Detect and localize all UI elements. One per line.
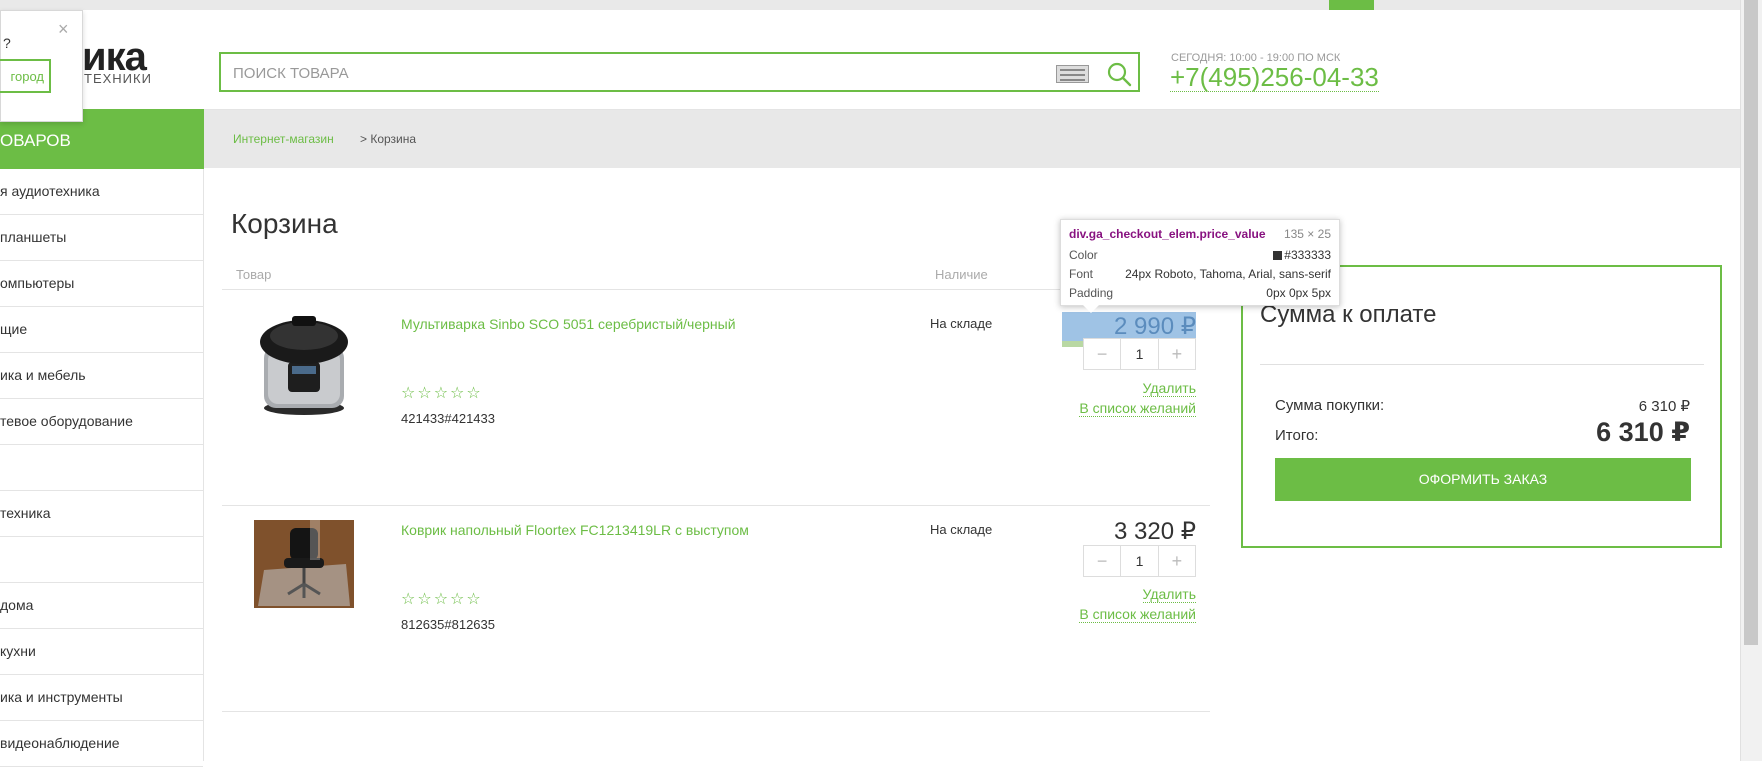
sidebar-item-blank-2[interactable]: [0, 537, 203, 583]
tooltip-font-label: Font: [1069, 267, 1094, 281]
column-header-product: Товар: [236, 267, 272, 282]
keyboard-icon[interactable]: [1056, 65, 1089, 83]
sidebar-item-home[interactable]: дома: [0, 583, 203, 629]
top-strip: [0, 0, 1740, 10]
total-label: Итого:: [1275, 427, 1319, 444]
sidebar-item-tools[interactable]: ика и инструменты: [0, 675, 203, 721]
product-image-floor-mat[interactable]: [254, 520, 354, 608]
sidebar-item-furniture[interactable]: ика и мебель: [0, 353, 203, 399]
product-name-link[interactable]: Коврик напольный Floortex FC1213419LR с …: [401, 522, 749, 538]
phone-link[interactable]: +7(495)256-04-33: [1170, 63, 1379, 92]
decrease-button[interactable]: −: [1084, 546, 1122, 576]
breadcrumb: Интернет-магазин > Корзина: [204, 110, 1740, 168]
subtotal-label: Сумма покупки:: [1275, 397, 1385, 414]
breadcrumb-current: > Корзина: [360, 132, 417, 146]
row-divider: [222, 505, 1210, 506]
product-sku: 812635#812635: [401, 617, 495, 632]
quantity-value[interactable]: 1: [1121, 339, 1159, 369]
sidebar-item-blank-1[interactable]: [0, 445, 203, 491]
product-name-link[interactable]: Мультиварка Sinbo SCO 5051 серебристый/ч…: [401, 316, 736, 332]
price-value: 3 320 ₽: [1114, 518, 1196, 545]
vertical-scrollbar[interactable]: [1740, 0, 1762, 761]
close-icon[interactable]: ×: [58, 19, 69, 40]
sidebar-item-cctv[interactable]: видеонаблюдение: [0, 721, 203, 767]
decrease-button[interactable]: −: [1084, 339, 1122, 369]
tooltip-color-label: Color: [1069, 248, 1098, 262]
sidebar-item-audio[interactable]: я аудиотехника: [0, 169, 203, 215]
wishlist-link[interactable]: В список желаний: [1079, 606, 1196, 623]
top-strip-accent: [1329, 0, 1374, 10]
city-question: ?: [3, 35, 11, 51]
total-value: 6 310 ₽: [1596, 417, 1690, 447]
page-title: Корзина: [231, 208, 338, 239]
wishlist-link[interactable]: В список желаний: [1079, 400, 1196, 417]
sidebar-item-appliances[interactable]: техника: [0, 491, 203, 537]
tooltip-font-value: 24px Roboto, Tahoma, Arial, sans-serif: [1125, 267, 1331, 281]
search-box: [219, 52, 1140, 92]
city-popup: ? × город: [0, 10, 83, 122]
scrollbar-thumb[interactable]: [1744, 0, 1758, 645]
rating-stars[interactable]: ☆☆☆☆☆: [401, 383, 483, 403]
tooltip-padding-row: Padding 0px 0px 5px: [1069, 286, 1331, 300]
color-swatch-icon: [1273, 251, 1283, 260]
order-summary: Сумма к оплате Сумма покупки: 6 310 ₽ Ит…: [1241, 265, 1722, 548]
remove-link[interactable]: Удалить: [1142, 586, 1196, 603]
catalog-sidebar: я аудиотехника планшеты омпьютеры щие ик…: [0, 169, 204, 767]
subtotal-value: 6 310 ₽: [1638, 398, 1690, 415]
sidebar-item-tablets[interactable]: планшеты: [0, 215, 203, 261]
search-icon[interactable]: [1106, 61, 1132, 87]
logo-subtitle: ТЕХНИКИ: [84, 71, 152, 86]
product-image-multicooker[interactable]: [258, 310, 350, 418]
price-value: 2 990 ₽: [1062, 312, 1196, 347]
search-input[interactable]: [233, 62, 1033, 84]
increase-button[interactable]: +: [1159, 546, 1195, 576]
sidebar-item-kitchen[interactable]: кухни: [0, 629, 203, 675]
tooltip-padding-label: Padding: [1069, 286, 1114, 300]
tooltip-selector: div.ga_checkout_elem.price_value: [1069, 227, 1266, 241]
quantity-stepper: − 1 +: [1083, 338, 1196, 370]
checkout-button[interactable]: ОФОРМИТЬ ЗАКАЗ: [1275, 458, 1691, 501]
breadcrumb-home-link[interactable]: Интернет-магазин: [233, 132, 334, 146]
increase-button[interactable]: +: [1159, 339, 1195, 369]
devtools-inspect-tooltip: div.ga_checkout_elem.price_value 135 × 2…: [1060, 219, 1340, 313]
tooltip-padding-value: 0px 0px 5px: [1266, 286, 1331, 300]
row-divider: [222, 711, 1210, 712]
tooltip-color-value: #333333: [1284, 248, 1331, 262]
sidebar-item-accessories[interactable]: щие: [0, 307, 203, 353]
rating-stars[interactable]: ☆☆☆☆☆: [401, 589, 483, 609]
summary-divider: [1260, 364, 1704, 365]
sidebar-item-computers[interactable]: омпьютеры: [0, 261, 203, 307]
quantity-value[interactable]: 1: [1121, 546, 1159, 576]
site-header: ика ТЕХНИКИ СЕГОДНЯ: 10:00 - 19:00 ПО МС…: [0, 10, 1740, 110]
tooltip-size: 135 × 25: [1283, 227, 1331, 241]
sidebar-item-network[interactable]: тевое оборудование: [0, 399, 203, 445]
remove-link[interactable]: Удалить: [1142, 380, 1196, 397]
availability-status: На складе: [930, 522, 993, 537]
quantity-stepper: − 1 +: [1083, 545, 1196, 577]
tooltip-font-row: Font 24px Roboto, Tahoma, Arial, sans-se…: [1069, 267, 1331, 281]
choose-city-button[interactable]: город: [0, 59, 51, 93]
tooltip-color-value-wrap: #333333: [1273, 248, 1331, 262]
column-header-availability: Наличие: [935, 267, 988, 282]
availability-status: На складе: [930, 316, 993, 331]
product-sku: 421433#421433: [401, 411, 495, 426]
tooltip-color-row: Color #333333: [1069, 248, 1331, 262]
